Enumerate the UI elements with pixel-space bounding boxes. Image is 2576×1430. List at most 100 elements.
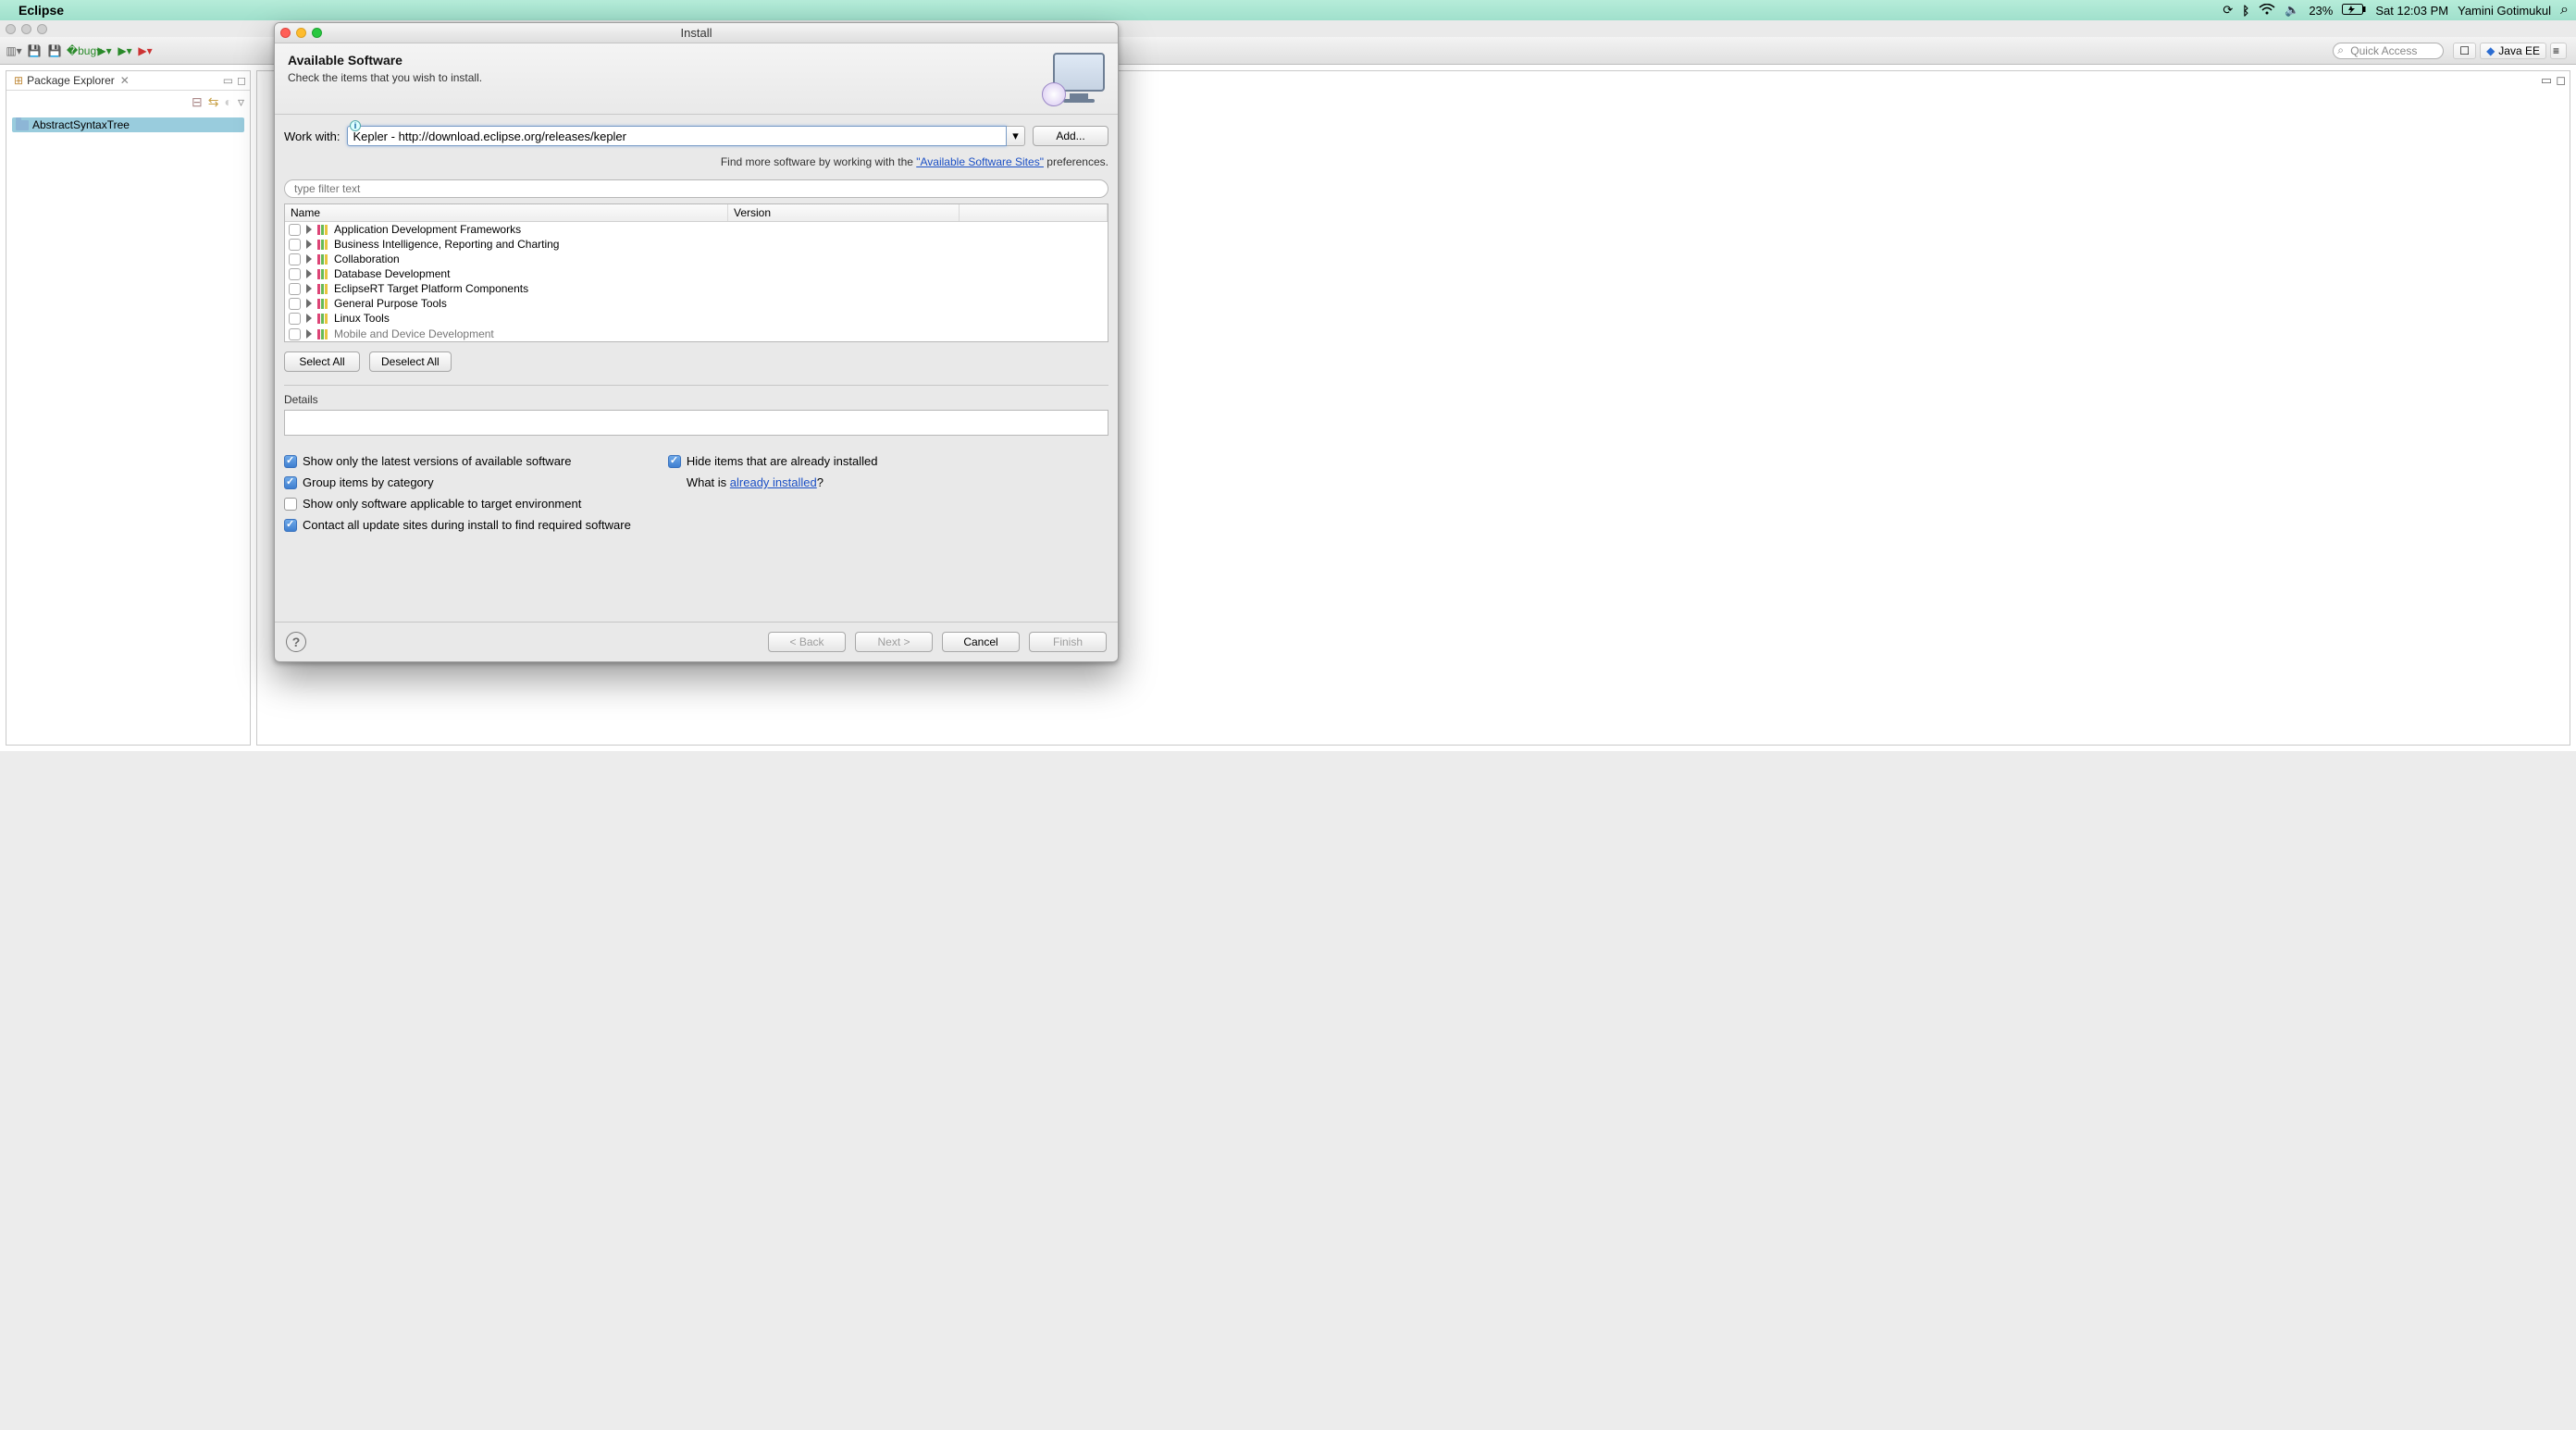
zoom-icon[interactable] bbox=[37, 24, 47, 34]
expand-icon[interactable] bbox=[306, 269, 312, 278]
info-badge-icon: i bbox=[350, 120, 361, 131]
minimize-editor-icon[interactable]: ▭ bbox=[2541, 73, 2552, 88]
expand-icon[interactable] bbox=[306, 225, 312, 234]
next-button[interactable]: Next > bbox=[855, 632, 933, 652]
volume-icon[interactable]: 🔈 bbox=[2285, 3, 2299, 18]
available-sites-link[interactable]: "Available Software Sites" bbox=[916, 155, 1044, 168]
category-icon bbox=[317, 225, 328, 235]
category-checkbox[interactable] bbox=[289, 328, 301, 340]
finish-button[interactable]: Finish bbox=[1029, 632, 1107, 652]
active-app-name[interactable]: Eclipse bbox=[19, 3, 64, 18]
opt-hide-label: Hide items that are already installed bbox=[687, 454, 878, 468]
opt-latest-label: Show only the latest versions of availab… bbox=[303, 454, 572, 468]
collapse-all-icon[interactable]: ⊟ bbox=[192, 94, 203, 110]
minimize-view-icon[interactable]: ▭ bbox=[223, 74, 233, 87]
opt-latest-checkbox[interactable] bbox=[284, 455, 297, 468]
save-all-icon[interactable]: 💾 bbox=[46, 43, 63, 59]
maximize-editor-icon[interactable]: ◻ bbox=[2556, 73, 2566, 88]
category-label: Mobile and Device Development bbox=[334, 327, 494, 340]
deselect-all-button[interactable]: Deselect All bbox=[369, 351, 452, 372]
minimize-icon[interactable] bbox=[21, 24, 31, 34]
package-explorer-title: Package Explorer bbox=[27, 74, 115, 87]
already-installed-link[interactable]: already installed bbox=[730, 475, 817, 489]
category-row[interactable]: EclipseRT Target Platform Components bbox=[285, 281, 1108, 296]
filter-input[interactable] bbox=[284, 179, 1108, 198]
user-name[interactable]: Yamini Gotimukul bbox=[2458, 4, 2551, 18]
select-all-button[interactable]: Select All bbox=[284, 351, 360, 372]
category-row[interactable]: Database Development bbox=[285, 266, 1108, 281]
opt-hide-checkbox[interactable] bbox=[668, 455, 681, 468]
category-checkbox[interactable] bbox=[289, 313, 301, 325]
project-item[interactable]: AbstractSyntaxTree bbox=[12, 117, 244, 132]
category-row[interactable]: Mobile and Device Development bbox=[285, 327, 1108, 341]
software-tree[interactable]: Name Version Application Development Fra… bbox=[284, 203, 1108, 342]
category-row[interactable]: Business Intelligence, Reporting and Cha… bbox=[285, 237, 1108, 252]
javaee-perspective-button[interactable]: ◆Java EE bbox=[2480, 43, 2546, 59]
opt-contact-label: Contact all update sites during install … bbox=[303, 518, 631, 532]
details-box bbox=[284, 410, 1108, 436]
close-view-icon[interactable]: ✕ bbox=[120, 74, 130, 87]
link-editor-icon[interactable]: ⇆ bbox=[208, 94, 219, 110]
category-checkbox[interactable] bbox=[289, 298, 301, 310]
quick-access-input[interactable]: Quick Access bbox=[2333, 43, 2444, 59]
bluetooth-icon[interactable]: ᛒ bbox=[2242, 4, 2249, 18]
open-perspective-button[interactable]: ☐ bbox=[2453, 43, 2476, 59]
expand-icon[interactable] bbox=[306, 314, 312, 323]
battery-icon[interactable] bbox=[2342, 4, 2366, 18]
col-name[interactable]: Name bbox=[285, 204, 728, 221]
opt-target-checkbox[interactable] bbox=[284, 498, 297, 511]
category-row[interactable]: Linux Tools bbox=[285, 311, 1108, 326]
run-last-icon[interactable]: ▶▾ bbox=[117, 43, 133, 59]
window-controls[interactable] bbox=[6, 24, 47, 34]
category-row[interactable]: Application Development Frameworks bbox=[285, 222, 1108, 237]
debug-icon[interactable]: �bug▾ bbox=[76, 43, 93, 59]
already-installed-text: What is already installed? bbox=[687, 475, 824, 489]
back-button[interactable]: < Back bbox=[768, 632, 846, 652]
opt-target-label: Show only software applicable to target … bbox=[303, 497, 581, 511]
cancel-button[interactable]: Cancel bbox=[942, 632, 1020, 652]
package-explorer-tab[interactable]: ⊞ Package Explorer ✕ bbox=[10, 73, 133, 88]
work-with-label: Work with: bbox=[284, 129, 340, 143]
expand-icon[interactable] bbox=[306, 329, 312, 339]
add-site-button[interactable]: Add... bbox=[1033, 126, 1108, 146]
save-icon[interactable]: 💾 bbox=[26, 43, 43, 59]
category-label: Business Intelligence, Reporting and Cha… bbox=[334, 238, 559, 251]
category-row[interactable]: Collaboration bbox=[285, 252, 1108, 266]
work-with-input[interactable] bbox=[347, 126, 1007, 146]
col-version[interactable]: Version bbox=[728, 204, 960, 221]
help-icon[interactable]: ? bbox=[286, 632, 306, 652]
dialog-titlebar: Install bbox=[275, 23, 1118, 43]
combo-arrow-icon[interactable]: ▾ bbox=[1007, 126, 1025, 146]
category-checkbox[interactable] bbox=[289, 283, 301, 295]
new-icon[interactable]: ▥▾ bbox=[6, 43, 22, 59]
details-label: Details bbox=[284, 393, 1108, 406]
category-checkbox[interactable] bbox=[289, 268, 301, 280]
mac-menubar: Eclipse ⟳ ᛒ 🔈 23% Sat 12:03 PM Yamini Go… bbox=[0, 0, 2576, 20]
work-with-combo[interactable]: ▾ bbox=[347, 126, 1025, 146]
perspective-overflow-button[interactable]: ≡ bbox=[2550, 43, 2567, 59]
wifi-icon[interactable] bbox=[2259, 4, 2275, 18]
category-row[interactable]: General Purpose Tools bbox=[285, 296, 1108, 311]
run-icon[interactable]: ▶▾ bbox=[96, 43, 113, 59]
focus-task-icon[interactable]: ◐ bbox=[225, 94, 232, 110]
time-machine-icon[interactable]: ⟳ bbox=[2223, 3, 2233, 18]
category-checkbox[interactable] bbox=[289, 239, 301, 251]
expand-icon[interactable] bbox=[306, 254, 312, 264]
expand-icon[interactable] bbox=[306, 240, 312, 249]
category-checkbox[interactable] bbox=[289, 253, 301, 265]
expand-icon[interactable] bbox=[306, 299, 312, 308]
spotlight-icon[interactable]: ⌕ bbox=[2560, 2, 2569, 18]
external-tools-icon[interactable]: ▶▾ bbox=[137, 43, 154, 59]
maximize-view-icon[interactable]: ◻ bbox=[237, 74, 246, 87]
opt-group-checkbox[interactable] bbox=[284, 476, 297, 489]
close-icon[interactable] bbox=[6, 24, 16, 34]
category-checkbox[interactable] bbox=[289, 224, 301, 236]
opt-contact-checkbox[interactable] bbox=[284, 519, 297, 532]
opt-group-label: Group items by category bbox=[303, 475, 434, 489]
project-name: AbstractSyntaxTree bbox=[32, 118, 130, 131]
view-menu-icon[interactable]: ▿ bbox=[238, 94, 244, 110]
clock[interactable]: Sat 12:03 PM bbox=[2375, 4, 2448, 18]
sites-hint: Find more software by working with the "… bbox=[284, 155, 1108, 168]
expand-icon[interactable] bbox=[306, 284, 312, 293]
battery-percent: 23% bbox=[2309, 4, 2333, 18]
